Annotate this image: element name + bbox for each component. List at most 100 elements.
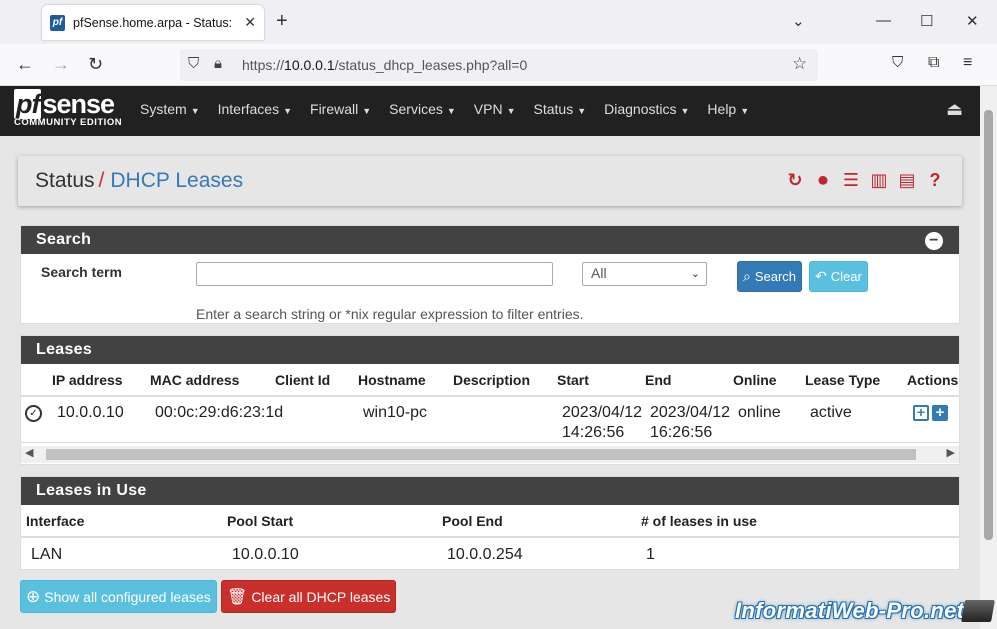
tab-title: pfSense.home.arpa - Status: DHCP Leases: [73, 15, 236, 30]
logout-icon[interactable]: ⏏: [946, 99, 963, 120]
url-bar[interactable]: ⛉ 🔒︎ https://10.0.0.1/status_dhcp_leases…: [180, 49, 818, 81]
menu-vpn[interactable]: VPN ▼: [474, 101, 516, 117]
lease-hostname: win10-pc: [363, 404, 428, 421]
search-button[interactable]: ⌕ Search: [737, 261, 803, 292]
url-text[interactable]: https://10.0.0.1/status_dhcp_leases.php?…: [242, 57, 527, 73]
lease-end-time: 16:26:56: [650, 424, 713, 441]
lease-start-date: 2023/04/12: [562, 404, 643, 421]
menu-interfaces[interactable]: Interfaces ▼: [218, 101, 292, 117]
new-tab-icon[interactable]: +: [276, 10, 288, 33]
col-interface: Interface: [26, 513, 85, 529]
pfsense-navbar: pf sense COMMUNITY EDITION System ▼ Interf…: [0, 86, 980, 136]
lease-end-date: 2023/04/12: [650, 404, 731, 421]
search-panel-heading: Search −: [21, 226, 959, 254]
window-close-icon[interactable]: ✕: [966, 12, 979, 30]
breadcrumb-parent[interactable]: Status: [35, 169, 95, 192]
table-row: LAN 10.0.0.10 10.0.0.254 1: [21, 538, 959, 570]
col-client-id[interactable]: Client Id: [275, 372, 330, 388]
forward-arrow-icon[interactable]: →: [52, 54, 70, 75]
back-arrow-icon[interactable]: ←: [16, 54, 34, 75]
leases-in-use-heading: Leases in Use: [21, 477, 959, 505]
col-end[interactable]: End: [645, 372, 671, 388]
breadcrumb-current[interactable]: DHCP Leases: [110, 169, 243, 192]
tab-list-chevron-icon[interactable]: ⌄: [792, 12, 805, 30]
search-term-label: Search term: [41, 264, 122, 280]
menu-system[interactable]: System ▼: [140, 101, 200, 117]
watermark: InformatiWeb-Pro.net: [735, 598, 965, 623]
app-menu-icon[interactable]: ≡: [963, 54, 972, 72]
scroll-left-icon[interactable]: ◀: [25, 446, 33, 459]
col-description[interactable]: Description: [453, 372, 530, 388]
horizontal-scrollbar-thumb[interactable]: [46, 449, 916, 460]
leases-panel-heading: Leases: [21, 336, 959, 364]
page-scrollbar-thumb[interactable]: [984, 110, 993, 540]
undo-icon: ↶: [815, 268, 827, 284]
show-all-leases-button[interactable]: ⊕ Show all configured leases: [20, 580, 217, 613]
pocket-icon[interactable]: ⛉: [892, 54, 903, 71]
pfsense-logo[interactable]: pf sense COMMUNITY EDITION: [14, 89, 122, 128]
restart-service-icon[interactable]: ↻: [784, 170, 806, 191]
col-pool-start: Pool Start: [227, 513, 294, 529]
col-mac-address[interactable]: MAC address: [150, 372, 239, 388]
pfsense-favicon-icon: pf: [50, 14, 66, 31]
menu-firewall[interactable]: Firewall ▼: [310, 101, 371, 117]
lease-type: active: [810, 404, 852, 421]
col-ip-address[interactable]: IP address: [52, 372, 123, 388]
pool-lease-count: 1: [646, 546, 655, 563]
chevron-down-icon: ⌄: [690, 268, 700, 280]
search-panel: Search − Search term All ⌄ ⌕ Search ↶ Clea…: [20, 225, 960, 324]
stop-service-icon[interactable]: ⏺: [812, 170, 834, 191]
col-hostname[interactable]: Hostname: [358, 372, 426, 388]
browser-tab[interactable]: pf pfSense.home.arpa - Status: DHCP Leas…: [42, 5, 264, 40]
main-menu: System ▼ Interfaces ▼ Firewall ▼ Services ▼ …: [140, 101, 767, 117]
clear-button[interactable]: ↶ Clear: [809, 261, 868, 292]
col-start[interactable]: Start: [557, 372, 589, 388]
settings-sliders-icon[interactable]: ☰: [840, 170, 862, 191]
maximize-icon[interactable]: ☐: [920, 12, 933, 30]
menu-status[interactable]: Status ▼: [534, 101, 587, 117]
help-icon[interactable]: ?: [924, 170, 946, 191]
reload-icon[interactable]: ↻: [88, 54, 103, 75]
log-list-icon[interactable]: ▤: [896, 170, 918, 191]
search-input[interactable]: [196, 262, 553, 286]
lease-mac: 00:0c:29:d6:23:1d: [155, 404, 284, 421]
collapse-minus-icon[interactable]: −: [925, 232, 943, 250]
browser-tab-bar: pf pfSense.home.arpa - Status: DHCP Leas…: [0, 0, 997, 44]
table-horizontal-scrollbar[interactable]: ◀ ▶: [21, 446, 959, 463]
col-actions: Actions: [907, 372, 959, 388]
lease-start-time: 14:26:56: [562, 424, 625, 441]
extensions-icon[interactable]: ⧉: [928, 54, 939, 72]
menu-diagnostics[interactable]: Diagnostics ▼: [604, 101, 689, 117]
menu-help[interactable]: Help ▼: [707, 101, 749, 117]
lease-online-status: online: [738, 404, 781, 421]
browser-toolbar: ← → ↻ ⛉ 🔒︎ https://10.0.0.1/status_dhcp_…: [0, 44, 997, 86]
laptop-logo-icon: [961, 600, 995, 622]
clear-all-leases-button[interactable]: 🗑︎ Clear all DHCP leases: [221, 580, 397, 613]
col-online[interactable]: Online: [733, 372, 777, 388]
search-field-select[interactable]: All ⌄: [582, 262, 707, 286]
shield-icon[interactable]: ⛉: [188, 55, 199, 72]
search-icon: ⌕: [743, 268, 751, 284]
scroll-right-icon[interactable]: ▶: [947, 446, 955, 459]
trash-icon: 🗑︎: [227, 588, 248, 606]
pool-start: 10.0.0.10: [232, 546, 299, 563]
pool-interface: LAN: [31, 546, 63, 563]
add-static-mapping-icon[interactable]: +: [913, 405, 929, 421]
leases-table-header: IP address MAC address Client Id Hostnam…: [21, 364, 959, 397]
add-wol-mapping-icon[interactable]: +: [932, 405, 948, 421]
graph-icon[interactable]: ▥: [868, 170, 890, 191]
in-use-table-header: Interface Pool Start Pool End # of lease…: [21, 505, 959, 538]
menu-services[interactable]: Services ▼: [389, 101, 456, 117]
lease-ip: 10.0.0.10: [57, 404, 124, 421]
online-check-icon: ✓: [25, 405, 42, 422]
pool-end: 10.0.0.254: [447, 546, 523, 563]
col-lease-type[interactable]: Lease Type: [805, 372, 880, 388]
leases-panel: Leases IP address MAC address Client Id …: [20, 335, 960, 465]
table-row: ✓ 10.0.0.10 00:0c:29:d6:23:1d win10-pc 2…: [21, 397, 959, 443]
lock-icon[interactable]: 🔒︎: [214, 55, 222, 72]
minimize-icon[interactable]: —: [876, 12, 891, 29]
search-help-text: Enter a search string or *nix regular ex…: [196, 306, 584, 322]
tab-close-icon[interactable]: ✕: [244, 14, 256, 31]
bookmark-star-icon[interactable]: ☆: [792, 54, 807, 74]
leases-in-use-panel: Leases in Use Interface Pool Start Pool …: [20, 476, 960, 570]
